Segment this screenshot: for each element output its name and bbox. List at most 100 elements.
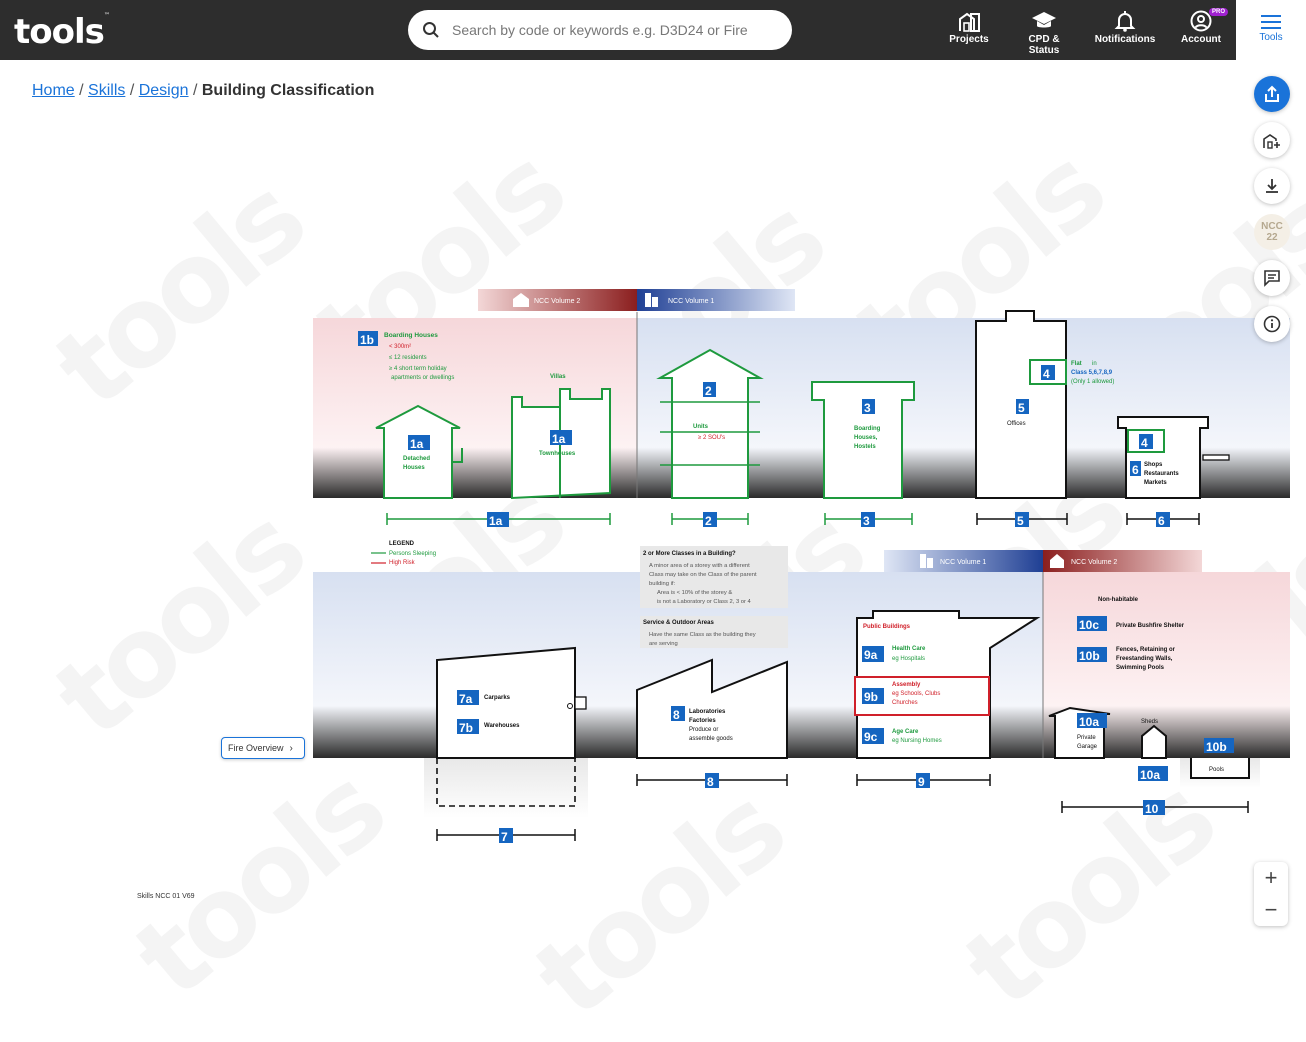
fences-label-1: Fences, Retaining or [1116, 647, 1176, 653]
tools-logo[interactable]: tools™ [14, 12, 110, 52]
minus-icon: − [1264, 897, 1278, 922]
labs-label-4: assemble goods [689, 736, 733, 742]
fences-label-2: Freestanding Walls, [1116, 656, 1173, 662]
garage-label-2: Garage [1077, 744, 1098, 750]
class-1b-holiday: ≥ 4 short term holiday [389, 366, 447, 372]
graduation-cap-icon [1032, 12, 1056, 28]
ncc-vol2-top-label: NCC Volume 2 [534, 298, 580, 305]
ncc-vol2-bottom-label: NCC Volume 2 [1071, 559, 1117, 566]
class-9c-badge: 9c [864, 730, 878, 744]
assembly-example-2: Churches [892, 700, 918, 706]
class-4-flat-badge: 4 [1043, 367, 1050, 381]
add-to-project-button[interactable] [1254, 122, 1290, 158]
nav-projects-label: Projects [949, 34, 989, 45]
labs-label-3: Produce or [689, 727, 718, 733]
shops-label-2: Restaurants [1144, 471, 1179, 477]
breadcrumb-current: Building Classification [201, 82, 375, 99]
dim-5-label: 5 [1017, 514, 1024, 528]
search-box[interactable] [408, 10, 792, 50]
boarding-label-1: Boarding [854, 426, 881, 432]
garage-label-1: Private [1077, 735, 1096, 741]
building-icon [645, 293, 658, 307]
units-label: Units [693, 424, 709, 430]
fences-label-3: Swimming Pools [1116, 665, 1165, 671]
detached-label-2: Houses [403, 465, 425, 471]
nav-account[interactable]: PRO Account [1180, 8, 1228, 52]
service-line-2: are serving [649, 641, 678, 647]
class-10a-garage-badge: 10a [1079, 715, 1099, 729]
hamburger-icon [1261, 15, 1281, 29]
fire-overview-button[interactable]: Fire Overview › [221, 737, 305, 759]
tools-label: Tools [1259, 32, 1283, 43]
boarding-label-2: Houses, [854, 435, 878, 441]
detached-label-1: Detached [403, 456, 430, 462]
class-1a-detached-badge: 1a [410, 437, 424, 451]
class-6-badge: 6 [1132, 463, 1139, 477]
tools-menu-button[interactable]: Tools [1236, 0, 1306, 60]
ncc-version-line-2: 22 [1266, 232, 1278, 243]
nursing-homes-label: eg Nursing Homes [892, 738, 942, 744]
multi-class-title: 2 or More Classes in a Building? [643, 551, 736, 557]
villas-label: Villas [550, 374, 566, 380]
legend-sleeping: Persons Sleeping [389, 551, 436, 557]
nav-cpd-label: CPD & Status [1028, 34, 1060, 56]
nav-notifications-label: Notifications [1094, 34, 1156, 45]
breadcrumb-home[interactable]: Home [32, 82, 75, 99]
zoom-controls: + − [1254, 862, 1288, 926]
multi-class-line-5: is not a Laboratory or Class 2, 3 or 4 [657, 599, 752, 605]
multi-class-line-3: building if: [649, 581, 675, 587]
skills-code: Skills NCC 01 V69 [137, 893, 195, 900]
legend-risk: High Risk [389, 560, 416, 566]
offices-label: Offices [1007, 421, 1026, 427]
download-button[interactable] [1254, 168, 1290, 204]
flat-classes: Class 5,6,7,8,9 [1071, 370, 1113, 376]
class-7b-badge: 7b [459, 721, 473, 735]
nav-notifications[interactable]: Notifications [1094, 10, 1156, 52]
info-button[interactable] [1254, 306, 1290, 342]
share-button[interactable] [1254, 76, 1290, 112]
class-9b-badge: 9b [864, 690, 878, 704]
breadcrumb: Home / Skills / Design / Building Classi… [32, 82, 375, 99]
units-sou: ≥ 2 SOU's [698, 435, 725, 441]
class-3-badge: 3 [864, 401, 871, 415]
non-habitable-label: Non-habitable [1098, 597, 1139, 603]
shops-label-3: Markets [1144, 480, 1167, 486]
class-1b-residents: ≤ 12 residents [389, 355, 427, 361]
class-1b-apartments: apartments or dwellings [391, 375, 454, 381]
class-10b-badge: 10b [1079, 649, 1100, 663]
ncc-version-line-1: NCC [1261, 221, 1283, 232]
comment-icon [1264, 270, 1280, 287]
class-10a-shed-badge: 10a [1140, 768, 1160, 782]
legend-title: LEGEND [389, 541, 415, 547]
breadcrumb-skills[interactable]: Skills [88, 82, 125, 99]
projects-icon [959, 12, 980, 32]
download-icon [1266, 179, 1278, 193]
class-1b-area: < 300m² [389, 344, 411, 350]
shops-label-1: Shops [1144, 462, 1163, 468]
dim-3-label: 3 [863, 514, 870, 528]
zoom-out-button[interactable]: − [1254, 894, 1288, 926]
breadcrumb-design[interactable]: Design [139, 82, 189, 99]
top-navigation-bar: tools™ Projects CPD & Status Notificatio… [0, 0, 1306, 60]
bell-icon [1114, 11, 1136, 32]
house-icon [513, 293, 529, 307]
comments-button[interactable] [1254, 260, 1290, 296]
nav-cpd-status[interactable]: CPD & Status [1012, 10, 1076, 56]
class-2-badge: 2 [705, 384, 712, 398]
service-title: Service & Outdoor Areas [643, 620, 714, 626]
public-buildings-label: Public Buildings [863, 624, 911, 630]
hospitals-label: eg Hospitals [892, 656, 925, 662]
labs-label-1: Laboratories [689, 709, 726, 715]
multi-class-line-2: Class may take on the Class of the paren… [649, 572, 757, 578]
search-input[interactable] [452, 18, 772, 42]
building-classification-diagram: NCC Volume 2 NCC Volume 1 NCC Volume 1 N… [313, 289, 1290, 844]
class-9a-badge: 9a [864, 648, 878, 662]
flat-label: Flat [1071, 361, 1082, 367]
fire-overview-label: Fire Overview [228, 743, 284, 753]
ncc-version-button[interactable]: NCC 22 [1254, 214, 1290, 250]
dim-6-label: 6 [1158, 514, 1165, 528]
nav-projects[interactable]: Projects [948, 10, 990, 52]
class-10b-pool-badge: 10b [1206, 740, 1227, 754]
nav-account-label: Account [1181, 34, 1221, 45]
zoom-in-button[interactable]: + [1254, 862, 1288, 894]
